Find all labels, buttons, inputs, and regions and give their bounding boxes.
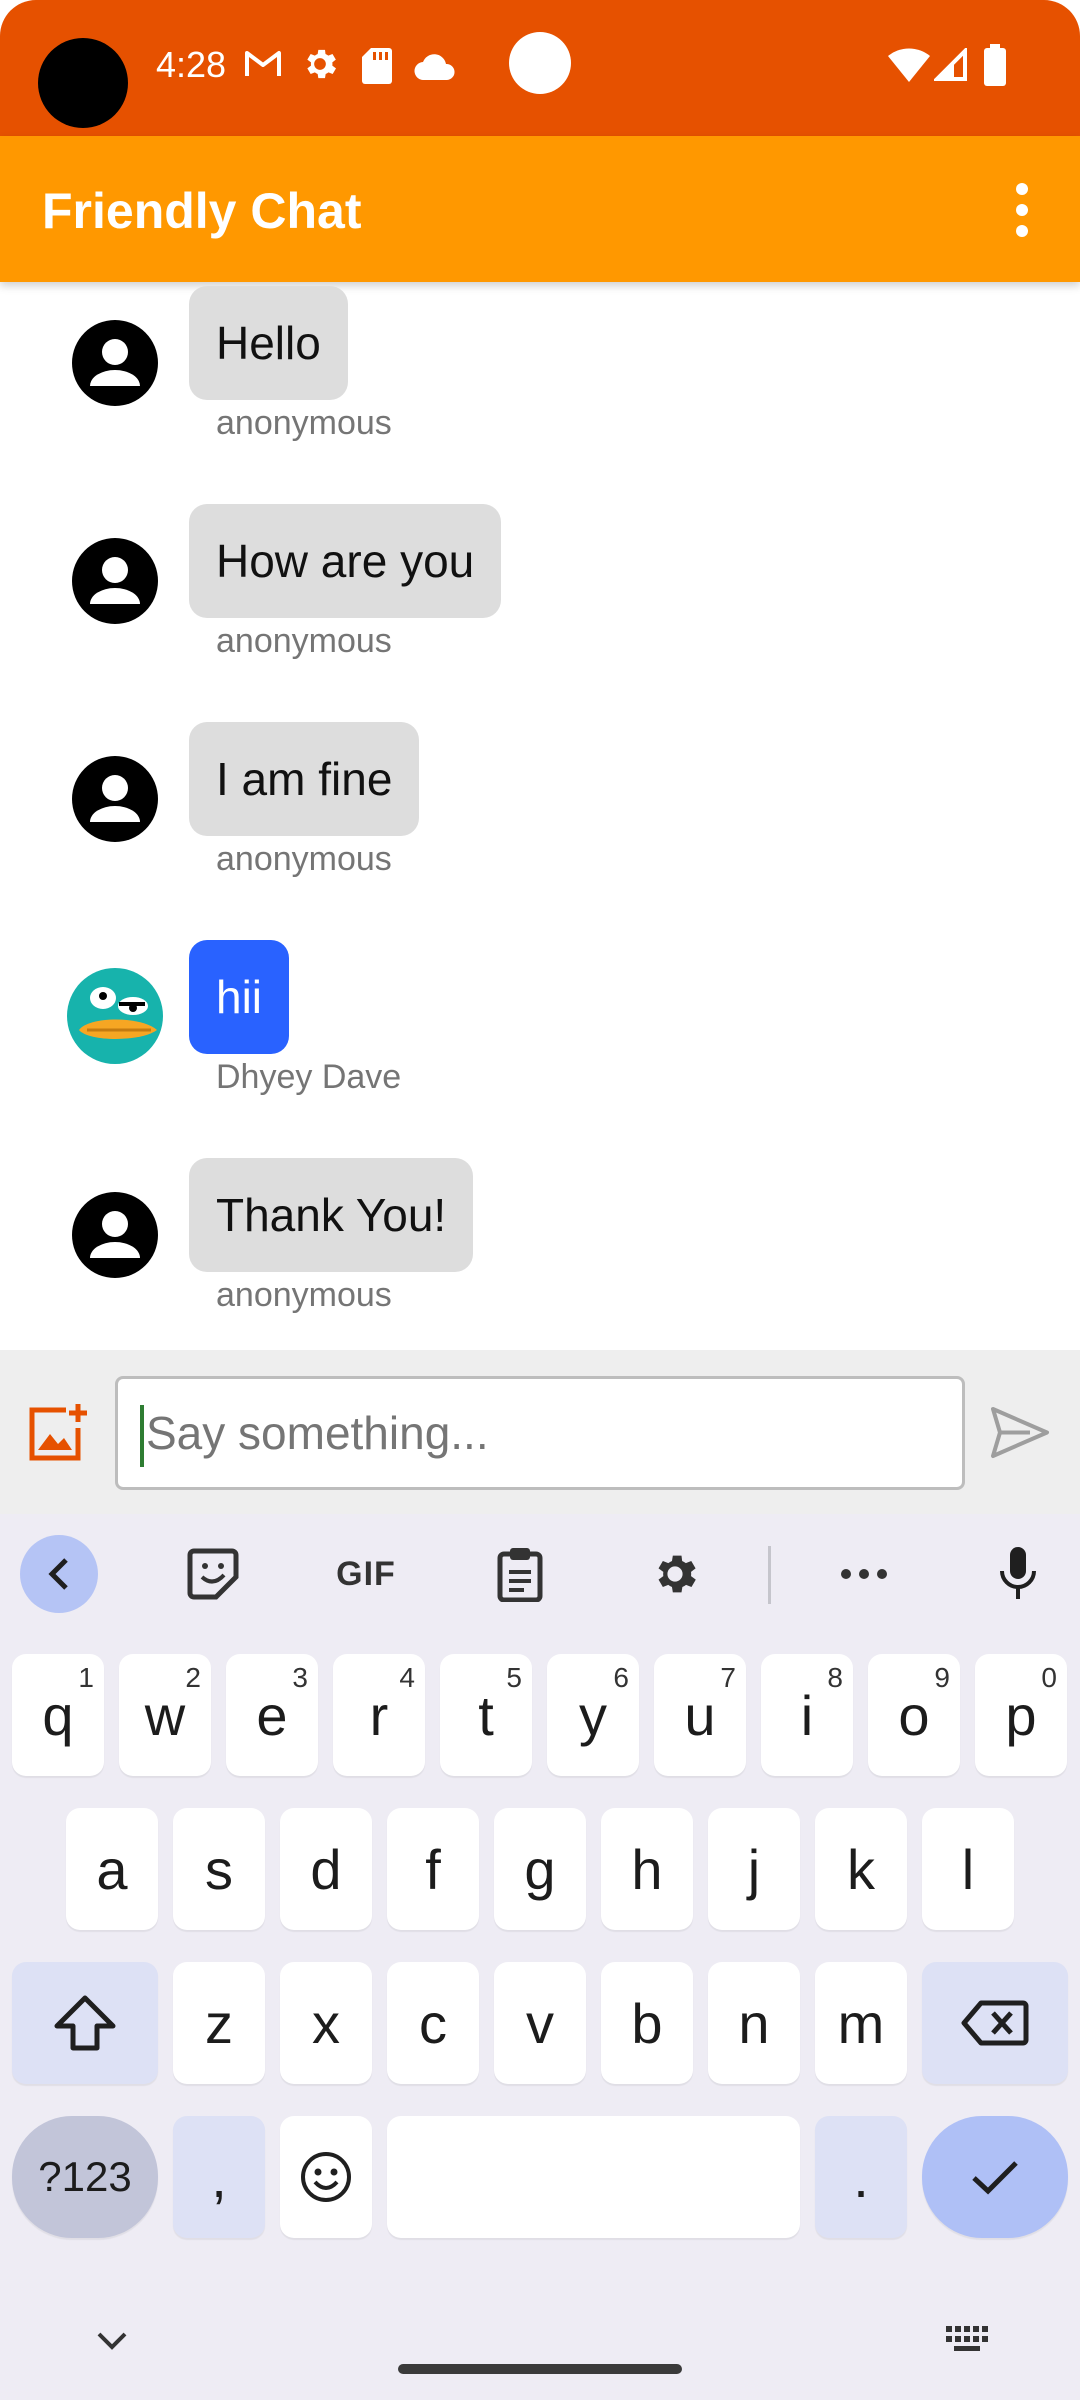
message-item: Thank You! anonymous <box>0 1154 1080 1350</box>
gmail-icon <box>245 51 281 76</box>
message-bubble[interactable]: Hello <box>189 286 348 400</box>
key-n[interactable]: n <box>708 1962 800 2084</box>
key-z[interactable]: z <box>173 1962 265 2084</box>
key-h[interactable]: h <box>601 1808 693 1930</box>
key-x[interactable]: x <box>280 1962 372 2084</box>
key-s[interactable]: s <box>173 1808 265 1930</box>
default-avatar-icon <box>72 1192 158 1278</box>
add-photo-icon[interactable] <box>26 1402 92 1462</box>
symbols-key[interactable]: ?123 <box>12 2116 158 2238</box>
sd-card-icon <box>362 48 392 84</box>
key-t[interactable]: t5 <box>440 1654 532 1776</box>
app-bar: Friendly Chat <box>0 136 1080 282</box>
key-i[interactable]: i8 <box>761 1654 853 1776</box>
key-q[interactable]: q1 <box>12 1654 104 1776</box>
message-input[interactable] <box>115 1376 965 1490</box>
message-bubble[interactable]: hii <box>189 940 290 1054</box>
key-m[interactable]: m <box>815 1962 907 2084</box>
message-item: Hello anonymous <box>0 282 1080 492</box>
key-b[interactable]: b <box>601 1962 693 2084</box>
key-j[interactable]: j <box>708 1808 800 1930</box>
message-list[interactable]: Hello anonymous How are you anonymous I … <box>0 282 1080 1350</box>
backspace-icon <box>961 2000 1029 2046</box>
more-icon[interactable] <box>838 1536 890 1612</box>
shift-key[interactable] <box>12 1962 158 2084</box>
key-k[interactable]: k <box>815 1808 907 1930</box>
clipboard-icon[interactable] <box>490 1536 550 1612</box>
signal-icon <box>934 48 967 81</box>
send-icon[interactable] <box>990 1405 1050 1460</box>
soft-keyboard: GIF q1 w2 e3 r4 t5 y6 u7 i8 o9 p0 a s d … <box>0 1514 1080 2400</box>
period-key[interactable]: . <box>815 2116 907 2238</box>
back-icon[interactable] <box>20 1535 98 1613</box>
key-o[interactable]: o9 <box>868 1654 960 1776</box>
emoji-icon <box>301 2152 351 2202</box>
toolbar-divider <box>768 1546 771 1604</box>
hide-keyboard-icon[interactable] <box>96 2330 128 2352</box>
default-avatar-icon <box>72 538 158 624</box>
key-g[interactable]: g <box>494 1808 586 1930</box>
cloud-icon <box>414 54 455 80</box>
key-u[interactable]: u7 <box>654 1654 746 1776</box>
shift-icon <box>54 1995 116 2051</box>
message-sender: anonymous <box>216 840 392 878</box>
status-bar: 4:28 <box>0 0 1080 136</box>
mic-icon[interactable] <box>994 1536 1042 1612</box>
settings-icon[interactable] <box>644 1536 706 1612</box>
keyboard-switch-icon[interactable] <box>946 2326 990 2354</box>
message-sender: anonymous <box>216 1276 392 1314</box>
message-item: hii Dhyey Dave <box>0 936 1080 1146</box>
enter-key[interactable] <box>922 2116 1068 2238</box>
battery-icon <box>984 44 1006 86</box>
more-vert-icon[interactable] <box>992 172 1052 248</box>
sticker-icon[interactable] <box>180 1536 246 1612</box>
platypus-avatar <box>67 968 163 1064</box>
app-title: Friendly Chat <box>42 183 362 239</box>
gif-button[interactable]: GIF <box>326 1536 406 1612</box>
default-avatar-icon <box>72 756 158 842</box>
message-bubble[interactable]: How are you <box>189 504 502 618</box>
check-icon <box>972 2161 1018 2195</box>
message-bubble[interactable]: I am fine <box>189 722 420 836</box>
key-e[interactable]: e3 <box>226 1654 318 1776</box>
wifi-icon <box>888 48 930 82</box>
key-p[interactable]: p0 <box>975 1654 1067 1776</box>
front-sensor <box>509 32 571 94</box>
key-d[interactable]: d <box>280 1808 372 1930</box>
message-item: How are you anonymous <box>0 500 1080 710</box>
key-y[interactable]: y6 <box>547 1654 639 1776</box>
key-c[interactable]: c <box>387 1962 479 2084</box>
message-bubble[interactable]: Thank You! <box>189 1158 474 1272</box>
key-v[interactable]: v <box>494 1962 586 2084</box>
key-w[interactable]: w2 <box>119 1654 211 1776</box>
emoji-key[interactable] <box>280 2116 372 2238</box>
status-time: 4:28 <box>156 44 227 85</box>
gesture-nav-bar[interactable] <box>398 2364 682 2374</box>
comma-key[interactable]: , <box>173 2116 265 2238</box>
message-sender: Dhyey Dave <box>216 1058 402 1096</box>
message-sender: anonymous <box>216 622 392 660</box>
key-l[interactable]: l <box>922 1808 1014 1930</box>
space-key[interactable] <box>387 2116 800 2238</box>
message-item: I am fine anonymous <box>0 718 1080 928</box>
settings-icon <box>307 49 336 79</box>
key-a[interactable]: a <box>66 1808 158 1930</box>
backspace-key[interactable] <box>922 1962 1068 2084</box>
message-sender: anonymous <box>216 404 392 442</box>
text-cursor <box>140 1405 144 1467</box>
default-avatar-icon <box>72 320 158 406</box>
composer-bar <box>0 1350 1080 1514</box>
key-r[interactable]: r4 <box>333 1654 425 1776</box>
screen: 4:28 Friendly Chat Hello anonymous How a… <box>0 0 1080 2400</box>
key-f[interactable]: f <box>387 1808 479 1930</box>
camera-cutout <box>38 38 128 128</box>
keyboard-toolbar: GIF <box>0 1514 1080 1634</box>
